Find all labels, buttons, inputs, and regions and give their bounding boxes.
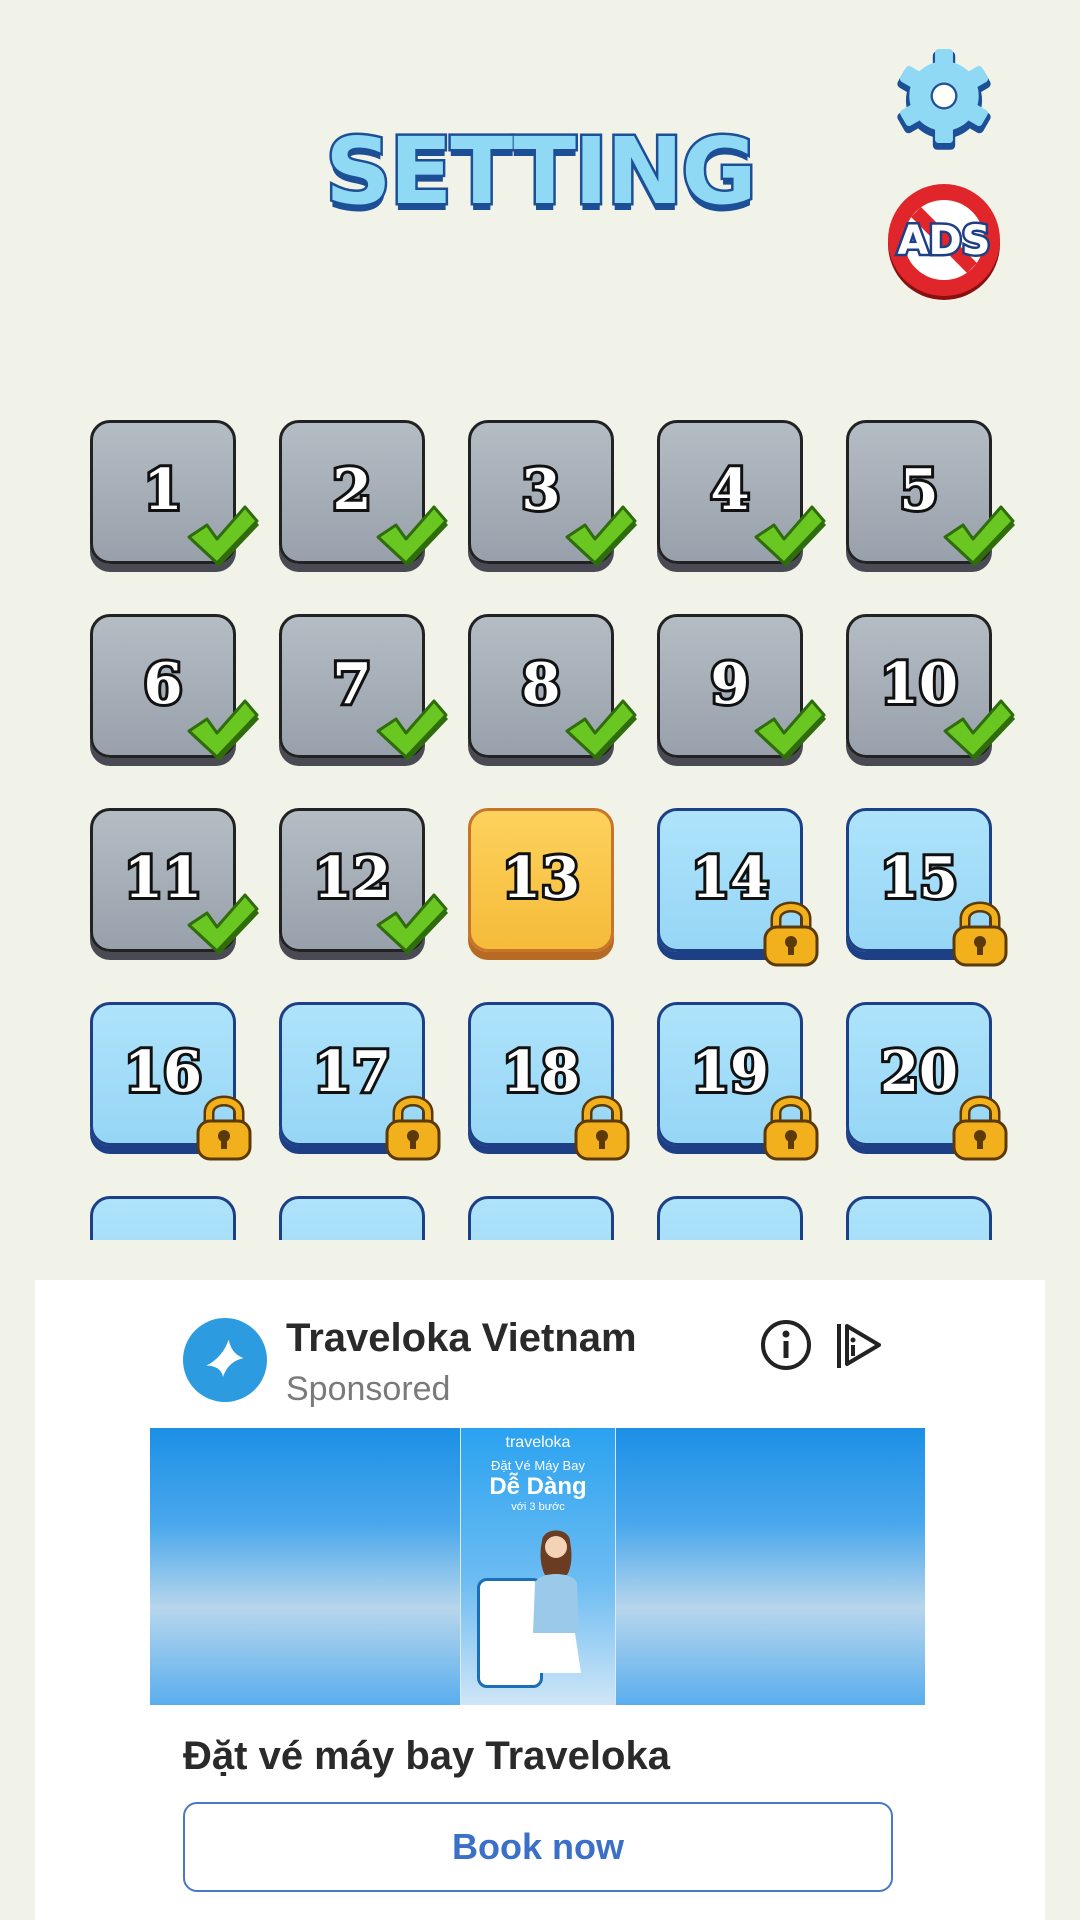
checkmark-icon	[565, 505, 637, 567]
book-now-button[interactable]: Book now	[183, 1802, 893, 1892]
level-button[interactable]	[846, 1196, 992, 1240]
level-button[interactable]: 5	[846, 420, 1015, 567]
level-button[interactable]: 16	[90, 1002, 252, 1161]
creative-line1: Đặt Vé Máy Bay	[491, 1458, 585, 1473]
level-button[interactable]: 14	[657, 808, 819, 967]
advertiser-logo[interactable]	[183, 1318, 267, 1402]
lock-icon	[763, 1095, 819, 1161]
level-button[interactable]: 20	[846, 1002, 1008, 1161]
level-button[interactable]: 12	[279, 808, 448, 955]
level-button[interactable]: 8	[468, 614, 637, 761]
checkmark-icon	[187, 699, 259, 761]
level-button[interactable]: 19	[657, 1002, 819, 1161]
level-button[interactable]	[657, 1196, 803, 1240]
level-button[interactable]: 17	[279, 1002, 441, 1161]
checkmark-icon	[187, 505, 259, 567]
checkmark-icon	[565, 699, 637, 761]
ad-banner-image[interactable]: traveloka Đặt Vé Máy Bay Dễ Dàng với 3 b…	[150, 1428, 925, 1705]
lock-icon	[574, 1095, 630, 1161]
level-button[interactable]: 11	[90, 808, 259, 955]
level-button[interactable]: 15	[846, 808, 1008, 967]
checkmark-icon	[943, 505, 1015, 567]
level-button[interactable]: 9	[657, 614, 826, 761]
remove-ads-label: ADS	[898, 218, 991, 264]
creative-line2: Dễ Dàng	[489, 1473, 587, 1500]
level-number: 13	[499, 842, 583, 914]
settings-button[interactable]	[888, 36, 1000, 156]
level-button[interactable]	[279, 1196, 425, 1240]
level-button[interactable]: 4	[657, 420, 826, 567]
level-grid: 1 2 3 4 5 6 7 8 9 10 11 12 13 14 15 16 17 18 19 20	[0, 410, 1080, 1240]
gear-icon	[897, 48, 991, 150]
checkmark-icon	[943, 699, 1015, 761]
checkmark-icon	[187, 893, 259, 955]
level-button[interactable]	[468, 1196, 614, 1240]
person-illustration	[531, 1530, 581, 1673]
level-button[interactable]: 1	[90, 420, 259, 567]
checkmark-icon	[376, 893, 448, 955]
no-ads-icon: ADS	[888, 184, 1000, 300]
checkmark-icon	[376, 505, 448, 567]
checkmark-icon	[376, 699, 448, 761]
lock-icon	[196, 1095, 252, 1161]
level-button[interactable]: 6	[90, 614, 259, 761]
lock-icon	[763, 901, 819, 967]
lock-icon	[385, 1095, 441, 1161]
ad-card[interactable]: Traveloka Vietnam Sponsored traveloka Đặ…	[35, 1280, 1045, 1920]
level-button[interactable]: 7	[279, 614, 448, 761]
level-button[interactable]: 13	[468, 808, 614, 952]
creative-line3: với 3 bước	[511, 1501, 565, 1513]
ad-headline[interactable]: Đặt vé máy bay Traveloka	[183, 1734, 670, 1779]
ad-creative: traveloka Đặt Vé Máy Bay Dễ Dàng với 3 b…	[460, 1428, 616, 1705]
remove-ads-button[interactable]: ADS	[882, 180, 1006, 304]
level-button[interactable]: 10	[846, 614, 1015, 761]
checkmark-icon	[754, 699, 826, 761]
adchoices-icon[interactable]	[831, 1318, 885, 1372]
checkmark-icon	[754, 505, 826, 567]
level-button[interactable]	[90, 1196, 236, 1240]
info-icon[interactable]	[759, 1318, 813, 1372]
lock-icon	[952, 1095, 1008, 1161]
level-button[interactable]: 3	[468, 420, 637, 567]
creative-brand: traveloka	[505, 1434, 571, 1451]
advertiser-name[interactable]: Traveloka Vietnam	[286, 1316, 637, 1361]
bird-logo-icon	[206, 1339, 244, 1377]
level-button[interactable]: 2	[279, 420, 448, 567]
level-button[interactable]: 18	[468, 1002, 630, 1161]
sponsored-label: Sponsored	[286, 1370, 451, 1408]
lock-icon	[952, 901, 1008, 967]
